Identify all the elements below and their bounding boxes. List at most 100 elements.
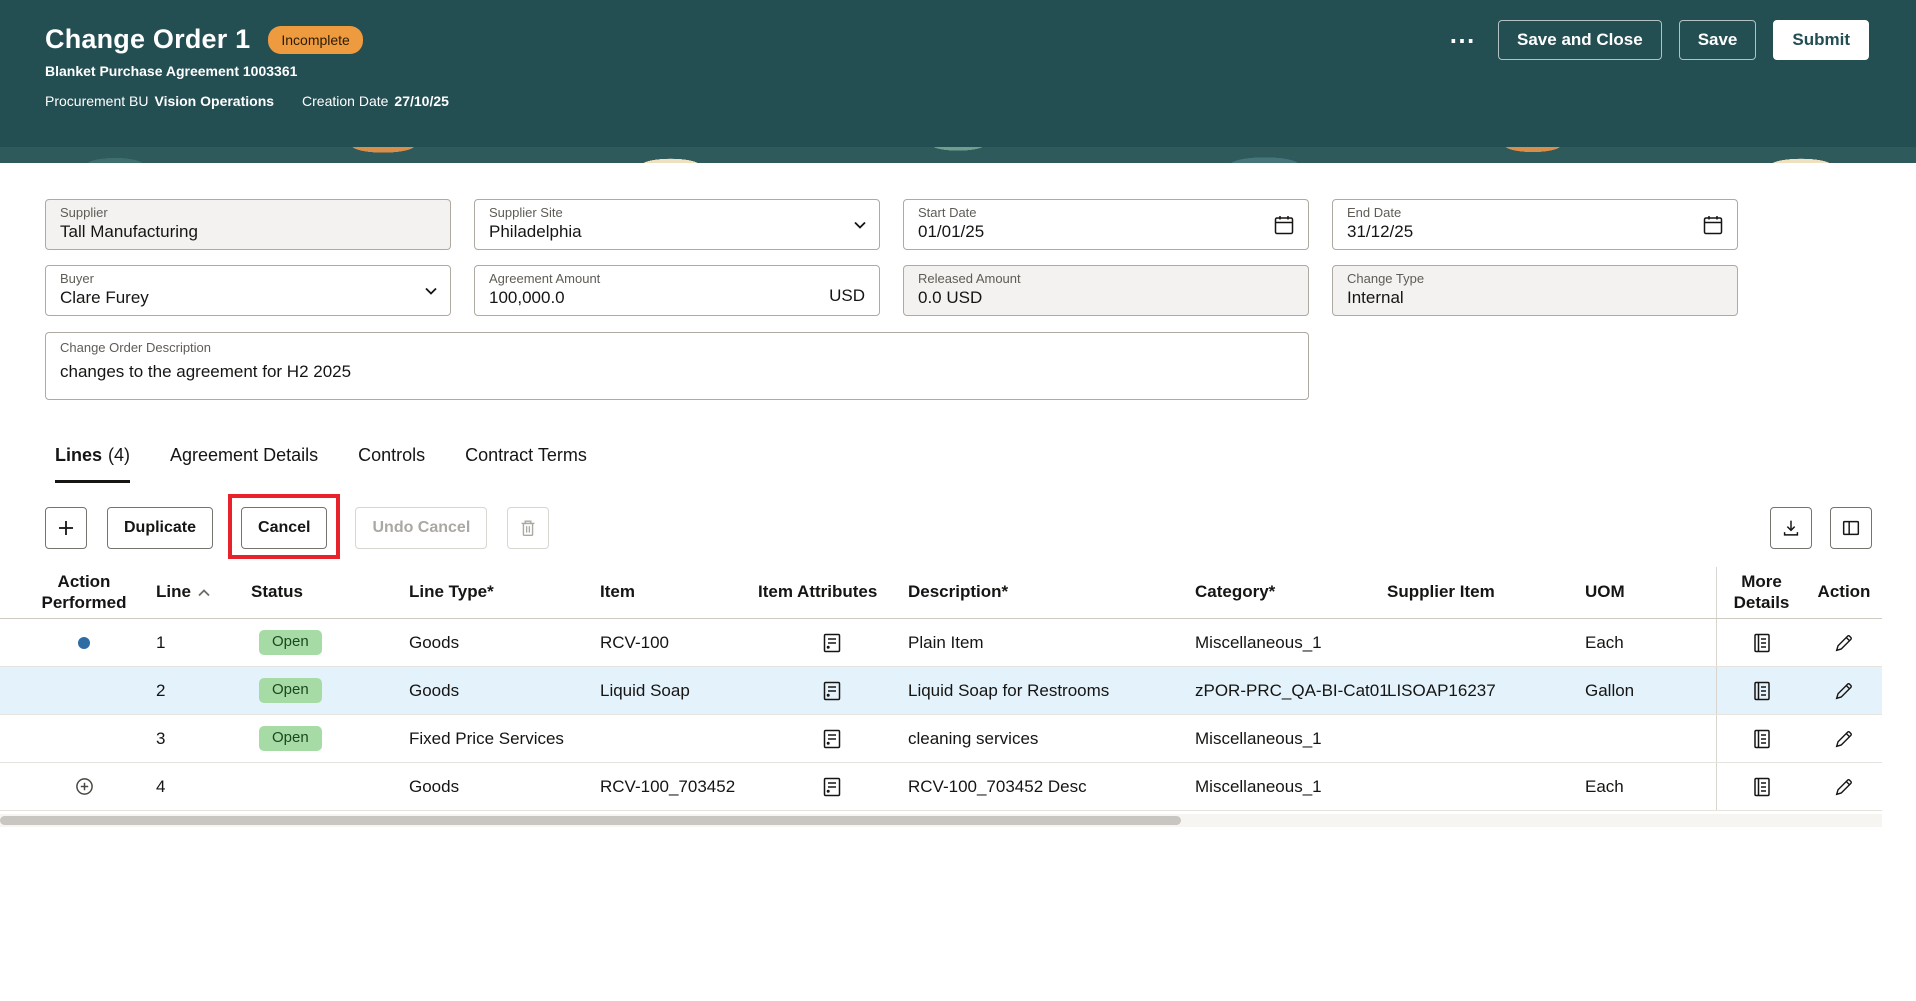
description-label: Change Order Description [60,340,212,355]
description: Plain Item [908,632,984,652]
table-header-row: Action Performed Line Status Line Type* … [0,567,1882,619]
tab-controls[interactable]: Controls [358,445,425,483]
edit-icon[interactable] [1833,632,1855,654]
end-date-field[interactable]: End Date 31/12/25 [1332,199,1738,250]
chevron-down-icon[interactable] [853,220,867,230]
item-attributes-cell[interactable] [755,763,908,810]
item: RCV-100_703452 [600,776,736,796]
action-performed-cell [45,667,123,714]
export-button[interactable] [1770,507,1812,549]
item-attributes-cell[interactable] [755,619,908,666]
category: zPOR-PRC_QA-BI-Cat01 [1195,680,1389,700]
line-type: Goods [409,632,460,652]
column-header-item[interactable]: Item [597,567,755,618]
manage-columns-button[interactable] [1830,507,1872,549]
status-open-badge: Open [259,678,322,703]
more-details-cell[interactable] [1716,763,1806,810]
procurement-bu-label: Procurement BU [45,93,149,109]
edit-icon[interactable] [1833,776,1855,798]
scrollbar-thumb[interactable] [0,816,1181,825]
added-indicator-icon [75,777,94,796]
column-header-uom[interactable]: UOM [1585,567,1716,618]
start-date-field[interactable]: Start Date 01/01/25 [903,199,1309,250]
item-attributes-icon[interactable] [820,775,844,799]
duplicate-button[interactable]: Duplicate [107,507,214,549]
buyer-field[interactable]: Buyer Clare Furey [45,265,451,316]
tab-bar: Lines (4) Agreement Details Controls Cont… [55,445,1916,483]
more-details-icon[interactable] [1750,727,1774,751]
column-header-action[interactable]: Action [1806,567,1882,618]
save-and-close-button[interactable]: Save and Close [1498,20,1662,60]
status-cell: Open [248,619,406,666]
save-button[interactable]: Save [1678,20,1757,60]
action-cell[interactable] [1806,763,1882,810]
tab-lines[interactable]: Lines (4) [55,445,131,483]
calendar-icon[interactable] [1701,213,1725,237]
column-header-status[interactable]: Status [248,567,406,618]
change-type-value: Internal [1347,288,1404,308]
more-details-cell[interactable] [1716,715,1806,762]
action-performed-cell [45,715,123,762]
table-row[interactable]: 4 Goods RCV-100_703452 RCV-100_703452 De… [0,763,1882,811]
status-open-badge: Open [259,630,322,655]
header-form: Supplier Tall Manufacturing Supplier Sit… [0,163,1916,316]
edit-icon[interactable] [1833,680,1855,702]
cancel-line-button[interactable]: Cancel [241,507,328,549]
more-details-cell[interactable] [1716,619,1806,666]
item-attributes-icon[interactable] [820,679,844,703]
more-details-icon[interactable] [1750,775,1774,799]
supplier-item [1387,715,1585,762]
description: Liquid Soap for Restrooms [908,680,1110,700]
supplier-site-field[interactable]: Supplier Site Philadelphia [474,199,880,250]
change-type-field: Change Type Internal [1332,265,1738,316]
tab-contract-terms[interactable]: Contract Terms [465,445,587,483]
column-header-description[interactable]: Description* [908,567,1195,618]
chevron-down-icon[interactable] [424,286,438,296]
table-row[interactable]: 2 Open Goods Liquid Soap Liquid Soap for… [0,667,1882,715]
header-meta: Procurement BU Vision Operations Creation … [45,93,1916,109]
more-actions-button[interactable]: ⋯ [1443,20,1481,60]
more-details-cell[interactable] [1716,667,1806,714]
add-line-button[interactable] [45,507,87,549]
delete-line-button[interactable] [507,507,550,549]
line-number: 1 [156,632,166,652]
item-attributes-icon[interactable] [820,727,844,751]
column-header-line-type[interactable]: Line Type* [406,567,597,618]
column-header-item-attributes[interactable]: Item Attributes [755,567,908,618]
change-order-description-field[interactable]: Change Order Description changes to the … [45,332,1309,400]
action-cell[interactable] [1806,619,1882,666]
line-number: 2 [156,680,166,700]
submit-button[interactable]: Submit [1773,20,1869,60]
sort-ascending-icon[interactable] [197,588,211,597]
item: Liquid Soap [600,680,690,700]
calendar-icon[interactable] [1272,213,1296,237]
column-header-line[interactable]: Line [123,567,248,618]
item-attributes-cell[interactable] [755,715,908,762]
undo-cancel-button[interactable]: Undo Cancel [355,507,488,549]
page-title: Change Order 1 [45,24,251,54]
uom: Gallon [1585,680,1635,700]
agreement-amount-field[interactable]: Agreement Amount 100,000.0 USD [474,265,880,316]
tab-agreement-details[interactable]: Agreement Details [170,445,318,483]
column-header-line-label: Line [156,582,191,602]
agreement-amount-value: 100,000.0 [489,288,565,308]
supplier-site-value: Philadelphia [489,222,582,242]
table-row[interactable]: 3 Open Fixed Price Services cleaning ser… [0,715,1882,763]
category: Miscellaneous_1 [1195,632,1322,652]
column-header-more-details[interactable]: More Details [1716,567,1806,618]
column-header-category[interactable]: Category* [1195,567,1387,618]
supplier-item [1387,763,1585,810]
creation-date-value: 27/10/25 [394,93,449,109]
table-row[interactable]: 1 Open Goods RCV-100 Plain Item Miscella… [0,619,1882,667]
end-date-label: End Date [1347,205,1402,221]
action-cell[interactable] [1806,715,1882,762]
action-cell[interactable] [1806,667,1882,714]
item-attributes-cell[interactable] [755,667,908,714]
action-performed-cell [45,619,123,666]
more-details-icon[interactable] [1750,631,1774,655]
column-header-action-performed[interactable]: Action Performed [41,567,126,618]
edit-icon[interactable] [1833,728,1855,750]
item-attributes-icon[interactable] [820,631,844,655]
column-header-supplier-item[interactable]: Supplier Item [1387,567,1585,618]
more-details-icon[interactable] [1750,679,1774,703]
